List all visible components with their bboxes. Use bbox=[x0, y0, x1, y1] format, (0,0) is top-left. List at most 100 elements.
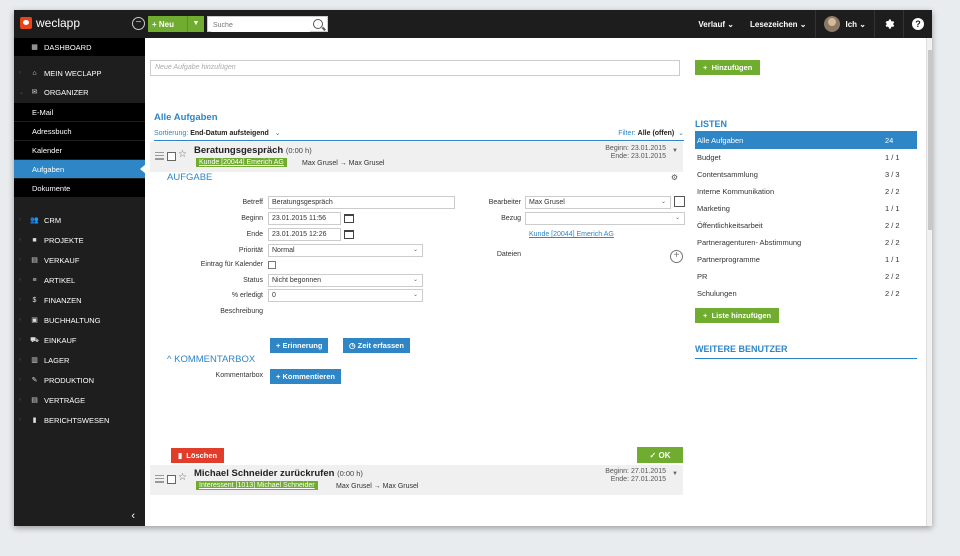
chevron-left-icon[interactable]: ‹ bbox=[131, 510, 135, 522]
external-link-icon[interactable] bbox=[674, 196, 685, 207]
sidebar-item-lager[interactable]: › ▥ LAGER bbox=[14, 351, 145, 369]
calendar-icon[interactable] bbox=[344, 230, 354, 239]
bearbeiter-select[interactable]: Max Grusel ⌄ bbox=[525, 196, 671, 209]
beginn-field[interactable]: 23.01.2015 11:56 bbox=[268, 212, 341, 225]
list-item[interactable]: Contentsammlung 3 / 3 bbox=[695, 166, 917, 183]
task-checkbox[interactable] bbox=[167, 152, 176, 161]
list-item[interactable]: Alle Aufgaben 24 bbox=[695, 132, 917, 149]
customer-tag[interactable]: Interessent [1013] Michael Schneider bbox=[196, 481, 318, 490]
sidebar-item-email[interactable]: E-Mail bbox=[14, 103, 145, 121]
sidebar-item-finanzen[interactable]: › $ FINANZEN bbox=[14, 291, 145, 309]
sidebar-item-produktion[interactable]: › ✎ PRODUKTION bbox=[14, 371, 145, 389]
settings-button[interactable] bbox=[875, 10, 903, 38]
task-title[interactable]: Michael Schneider zurückrufen (0:00 h) bbox=[194, 468, 363, 479]
sidebar-item-dokumente[interactable]: Dokumente bbox=[14, 179, 145, 197]
status-select[interactable]: Nicht begonnen ⌄ bbox=[268, 274, 423, 287]
search-input[interactable] bbox=[211, 18, 310, 32]
sort-dropdown[interactable]: End-Datum aufsteigend bbox=[190, 130, 269, 137]
list-item[interactable]: Budget 1 / 1 bbox=[695, 149, 917, 166]
list-item[interactable]: Partneragenturen- Abstimmung 2 / 2 bbox=[695, 234, 917, 251]
prioritaet-value: Normal bbox=[272, 247, 295, 254]
drag-handle-icon[interactable] bbox=[155, 152, 164, 162]
list-name: Öffentlichkeitsarbeit bbox=[697, 221, 763, 230]
lesezeichen-menu[interactable]: Lesezeichen ⌄ bbox=[742, 10, 815, 38]
sidebar-item-mein-weclapp[interactable]: › ⌂ MEIN WECLAPP bbox=[14, 64, 145, 82]
sidebar-item-crm[interactable]: › 👥 CRM bbox=[14, 211, 145, 229]
list-item[interactable]: Marketing 1 / 1 bbox=[695, 200, 917, 217]
user-menu[interactable]: Ich ⌄ bbox=[816, 10, 875, 38]
task-row[interactable]: ☆ Beratungsgespräch (0:00 h) Kunde [2004… bbox=[150, 142, 683, 172]
ende-field[interactable]: 23.01.2015 12:26 bbox=[268, 228, 341, 241]
filter-dropdown[interactable]: Filter: Alle (offen) ⌄ bbox=[618, 129, 684, 137]
list-item[interactable]: Partnerprogramme 1 / 1 bbox=[695, 251, 917, 268]
chevron-right-icon: › bbox=[19, 297, 21, 303]
list-count: 1 / 1 bbox=[885, 204, 900, 213]
sidebar-item-vertraege[interactable]: › ▤ VERTRÄGE bbox=[14, 391, 145, 409]
task-title[interactable]: Beratungsgespräch (0:00 h) bbox=[194, 145, 312, 156]
dateien-label: Dateien bbox=[496, 251, 521, 258]
customer-tag[interactable]: Kunde [20044] Emerich AG bbox=[196, 158, 287, 167]
delete-button[interactable]: ▮ Löschen bbox=[171, 448, 225, 463]
star-icon[interactable]: ☆ bbox=[178, 472, 187, 483]
prioritaet-select[interactable]: Normal ⌄ bbox=[268, 244, 423, 257]
erinnerung-button[interactable]: + Erinnerung bbox=[270, 338, 329, 353]
logo[interactable]: weclapp bbox=[20, 16, 80, 30]
hinzufuegen-button[interactable]: + Hinzufügen bbox=[695, 60, 761, 75]
sidebar-item-aufgaben[interactable]: Aufgaben bbox=[14, 160, 146, 178]
search-icon[interactable] bbox=[313, 19, 323, 29]
list-item[interactable]: Schulungen 2 / 2 bbox=[695, 285, 917, 302]
sidebar-item-kalender[interactable]: Kalender bbox=[14, 141, 145, 159]
chevron-down-icon[interactable]: ▼ bbox=[187, 16, 204, 32]
sidebar-item-einkauf[interactable]: › ⛟ EINKAUF bbox=[14, 331, 145, 349]
drag-handle-icon[interactable] bbox=[155, 475, 164, 485]
kalender-checkbox[interactable] bbox=[268, 261, 276, 269]
collapse-sidebar-icon[interactable]: − bbox=[132, 17, 145, 30]
status-label: Status bbox=[243, 277, 263, 284]
bezug-select[interactable]: ⌄ bbox=[525, 212, 685, 225]
new-button[interactable]: + Neu ▼ bbox=[148, 16, 204, 32]
list-item[interactable]: Interne Kommunikation 2 / 2 bbox=[695, 183, 917, 200]
trash-icon: ▮ bbox=[178, 451, 187, 460]
liste-hinzufuegen-button[interactable]: + Liste hinzufügen bbox=[695, 308, 780, 323]
chevron-down-icon: ⌄ bbox=[19, 89, 25, 96]
add-file-icon[interactable]: + bbox=[670, 250, 683, 263]
begin-date: Beginn: 23.01.2015 bbox=[605, 145, 666, 152]
scrollbar-thumb[interactable] bbox=[928, 50, 932, 230]
task-checkbox[interactable] bbox=[167, 475, 176, 484]
sidebar-item-label: Kalender bbox=[32, 145, 63, 155]
chevron-down-icon[interactable]: ▼ bbox=[672, 148, 678, 154]
calendar-icon[interactable] bbox=[344, 214, 354, 223]
sidebar-item-organizer[interactable]: ⌄ ✉ ORGANIZER bbox=[14, 83, 145, 101]
list-item[interactable]: Öffentlichkeitsarbeit 2 / 2 bbox=[695, 217, 917, 234]
erledigt-select[interactable]: 0 ⌄ bbox=[268, 289, 423, 302]
verlauf-menu[interactable]: Verlauf ⌄ bbox=[690, 10, 742, 38]
sidebar-item-berichtswesen[interactable]: › ▮ BERICHTSWESEN bbox=[14, 411, 145, 429]
ok-button[interactable]: ✓ OK bbox=[637, 447, 683, 463]
list-item[interactable]: PR 2 / 2 bbox=[695, 268, 917, 285]
scrollbar[interactable] bbox=[926, 38, 932, 526]
task-row[interactable]: ☆ Michael Schneider zurückrufen (0:00 h)… bbox=[150, 465, 683, 495]
user-label: Ich bbox=[845, 19, 858, 29]
zeit-erfassen-button[interactable]: ◷ Zeit erfassen bbox=[343, 338, 410, 353]
chevron-down-icon[interactable]: ▼ bbox=[672, 471, 678, 477]
sidebar-item-dashboard[interactable]: ▦ DASHBOARD bbox=[14, 38, 145, 56]
verlauf-label: Verlauf bbox=[698, 19, 726, 29]
gear-icon[interactable]: ⚙ bbox=[671, 173, 678, 182]
sidebar-item-label: ORGANIZER bbox=[44, 87, 89, 97]
kommentarbox-heading[interactable]: ^ KOMMENTARBOX bbox=[167, 354, 255, 365]
sidebar-item-artikel[interactable]: › ≡ ARTIKEL bbox=[14, 271, 145, 289]
chevron-down-icon[interactable]: ⌄ bbox=[271, 130, 281, 137]
sidebar-item-adressbuch[interactable]: Adressbuch bbox=[14, 122, 145, 140]
sidebar-item-label: BUCHHALTUNG bbox=[44, 315, 101, 325]
sidebar-item-buchhaltung[interactable]: › ▣ BUCHHALTUNG bbox=[14, 311, 145, 329]
bezug-link[interactable]: Kunde [20044] Emerich AG bbox=[529, 231, 614, 238]
sidebar-item-verkauf[interactable]: › ▤ VERKAUF bbox=[14, 251, 145, 269]
star-icon[interactable]: ☆ bbox=[178, 149, 187, 160]
new-task-input[interactable]: Neue Aufgabe hinzufügen bbox=[150, 60, 680, 76]
kommentieren-button[interactable]: + Kommentieren bbox=[270, 369, 341, 384]
list-count: 2 / 2 bbox=[885, 272, 900, 281]
listen-heading: LISTEN bbox=[695, 119, 917, 132]
help-button[interactable]: ? bbox=[904, 10, 932, 38]
sidebar-item-projekte[interactable]: › ■ PROJEKTE bbox=[14, 231, 145, 249]
customer-tag-link: Interessent [1013] Michael Schneider bbox=[199, 482, 315, 489]
